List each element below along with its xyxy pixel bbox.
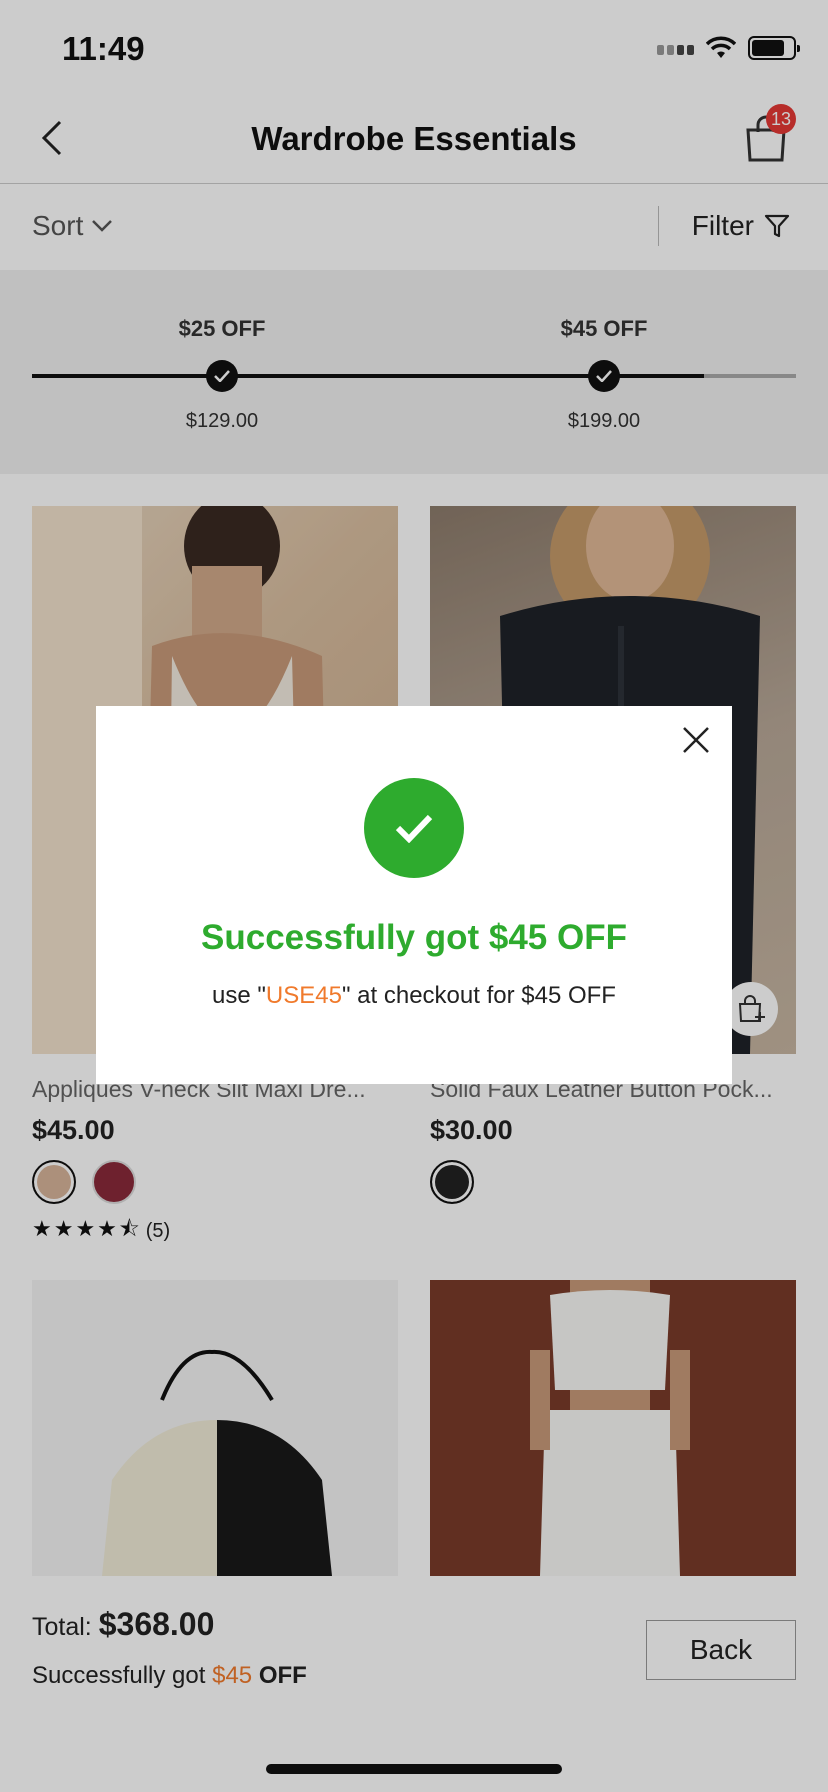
modal-subtitle-prefix: use " — [212, 982, 266, 1009]
modal-title: Successfully got $45 OFF — [201, 918, 627, 957]
success-check-icon — [364, 778, 464, 878]
modal-subtitle-suffix: " at checkout for $45 OFF — [341, 982, 616, 1009]
close-icon[interactable] — [678, 722, 714, 758]
success-modal: Successfully got $45 OFF use "USE45" at … — [96, 706, 732, 1084]
coupon-code: USE45 — [265, 982, 342, 1009]
modal-subtitle: use "USE45" at checkout for $45 OFF — [96, 982, 732, 1010]
